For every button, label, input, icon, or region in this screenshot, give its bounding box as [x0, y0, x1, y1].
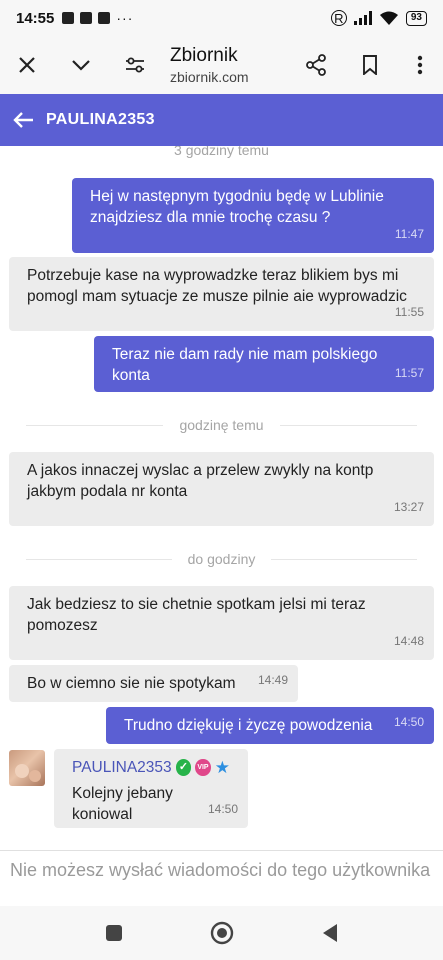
date-separator: do godziny: [0, 548, 443, 570]
notification-icon: [98, 12, 111, 24]
message-time: 11:55: [394, 305, 424, 319]
message-text: Potrzebuje kase na wyprowadzke teraz bli…: [27, 267, 407, 305]
message-incoming: A jakos innaczej wyslac a przelew zwykly…: [9, 452, 434, 526]
status-bar: 14:55 ··· R 93: [0, 0, 443, 36]
author-row: PAULINA2353 ✓ VIP ★: [72, 757, 230, 778]
date-separator-label: godzinę temu: [179, 417, 264, 433]
browser-toolbar: Zbiornik zbiornik.com: [0, 36, 443, 94]
message-time: 14:49: [257, 673, 288, 687]
bookmark-icon: [363, 55, 377, 75]
close-icon: [19, 57, 35, 73]
message-text: Jak bedziesz to sie chetnie spotkam jels…: [27, 596, 366, 634]
battery-icon: 93: [405, 10, 427, 26]
bookmark-button[interactable]: [343, 36, 397, 94]
message-incoming: Bo w ciemno sie nie spotykam 14:49: [9, 665, 298, 702]
system-navigation-bar: [0, 906, 443, 960]
triangle-back-icon: [322, 924, 337, 942]
message-text: Bo w ciemno sie nie spotykam: [27, 675, 236, 692]
notification-icons: ···: [62, 10, 133, 26]
message-time: 14:48: [393, 634, 424, 648]
message-outgoing: Trudno dziękuję i życzę powodzenia 14:50: [106, 707, 434, 744]
message-time: 11:57: [394, 366, 424, 380]
signal-icon: [353, 11, 372, 25]
message-incoming: Potrzebuje kase na wyprowadzke teraz bli…: [9, 257, 434, 331]
site-settings-button[interactable]: [108, 36, 162, 94]
wifi-icon: [379, 11, 398, 25]
author-name[interactable]: PAULINA2353: [72, 757, 172, 778]
message-text: Kolejny jebany koniowal: [72, 785, 173, 823]
message-text: A jakos innaczej wyslac a przelew zwykly…: [27, 462, 374, 500]
date-separator-label: 3 godziny temu: [174, 146, 269, 158]
square-icon: [105, 925, 122, 941]
message-time: 11:47: [394, 227, 424, 241]
home-button[interactable]: [209, 920, 235, 946]
avatar[interactable]: [9, 750, 45, 786]
share-button[interactable]: [289, 36, 343, 94]
message-list[interactable]: 3 godziny temu Hej w następnym tygodniu …: [0, 146, 443, 850]
more-notifications-icon: ···: [116, 10, 134, 26]
recents-button[interactable]: [101, 920, 127, 946]
date-separator-label: do godziny: [187, 551, 256, 567]
messaging-disabled-notice: Nie możesz wysłać wiadomości do tego uży…: [0, 850, 443, 906]
vip-badge: VIP: [195, 759, 211, 776]
date-separator: 3 godziny temu: [0, 146, 443, 160]
status-time: 14:55: [16, 9, 55, 27]
notification-icon: [62, 12, 75, 24]
address-bar[interactable]: Zbiornik zbiornik.com: [170, 45, 249, 85]
circle-home-icon: [210, 921, 233, 945]
notification-icon: [80, 12, 93, 24]
chevron-down-icon: [72, 60, 90, 71]
message-text: Trudno dziękuję i życzę powodzenia: [124, 717, 373, 734]
page-title: Zbiornik: [170, 45, 238, 66]
message-time: 13:27: [393, 500, 424, 514]
message-outgoing: Hej w następnym tygodniu będę w Lublinie…: [72, 178, 434, 253]
message-incoming: Jak bedziesz to sie chetnie spotkam jels…: [9, 586, 434, 660]
message-text: Hej w następnym tygodniu będę w Lublinie…: [90, 188, 384, 226]
message-incoming-with-author: PAULINA2353 ✓ VIP ★ Kolejny jebany konio…: [54, 749, 248, 828]
share-icon: [306, 54, 326, 76]
more-vertical-icon: [417, 55, 423, 75]
star-icon: ★: [214, 758, 230, 777]
collapse-button[interactable]: [54, 36, 108, 94]
chat-header: PAULINA2353: [0, 94, 443, 146]
message-text: Teraz nie dam rady nie mam polskiego kon…: [112, 346, 378, 384]
back-button[interactable]: [317, 920, 343, 946]
more-menu-button[interactable]: [397, 36, 443, 94]
message-outgoing: Teraz nie dam rady nie mam polskiego kon…: [94, 336, 434, 392]
date-separator: godzinę temu: [0, 414, 443, 436]
settings-sliders-icon: [126, 57, 144, 73]
close-tab-button[interactable]: [0, 36, 54, 94]
registered-icon: R: [330, 10, 347, 26]
verified-check-icon: ✓: [175, 759, 192, 776]
page-domain: zbiornik.com: [170, 69, 249, 85]
back-arrow-icon[interactable]: [12, 111, 34, 129]
message-time: 14:50: [393, 715, 424, 729]
message-time: 14:50: [207, 802, 238, 816]
chat-contact-name: PAULINA2353: [46, 111, 155, 128]
